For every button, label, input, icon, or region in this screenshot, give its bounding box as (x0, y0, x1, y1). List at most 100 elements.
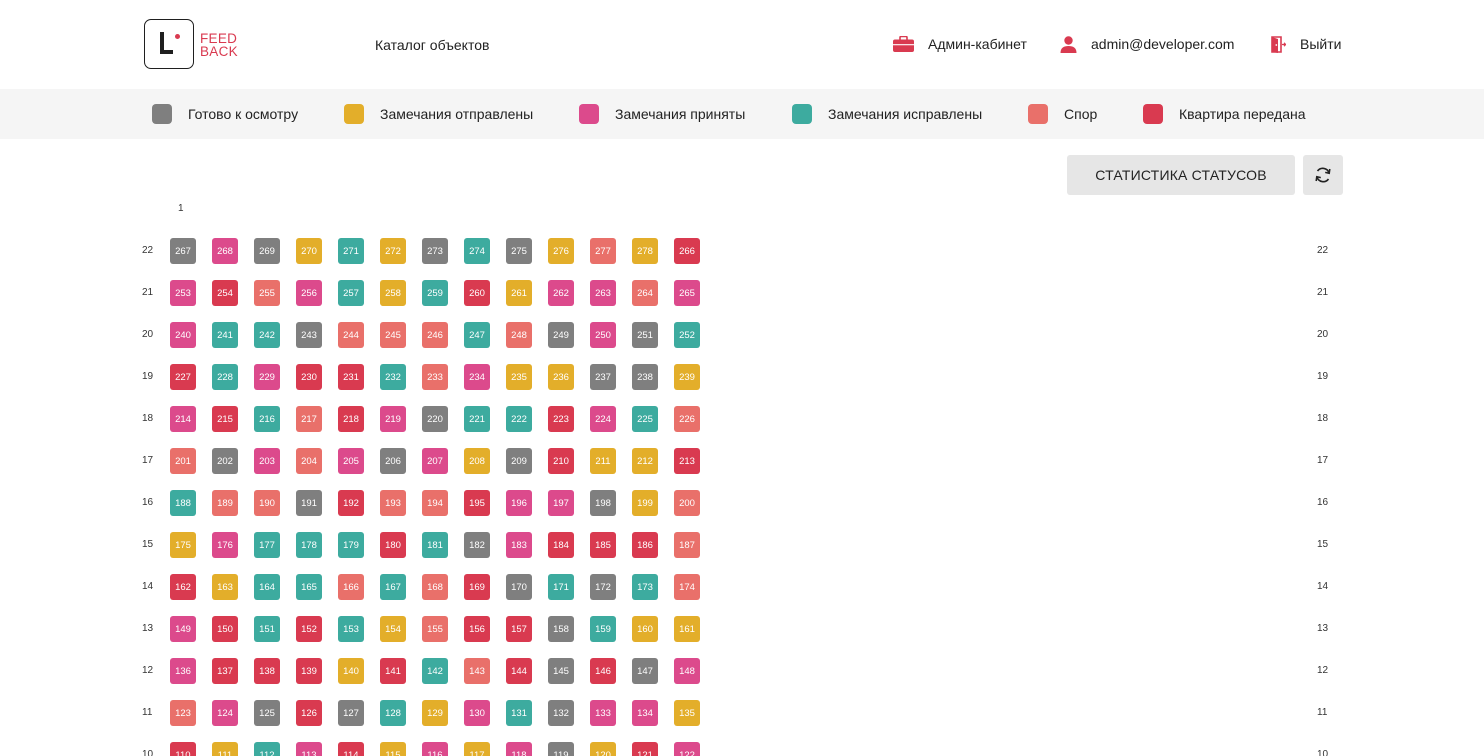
apartment-cell[interactable]: 240 (170, 322, 196, 348)
apartment-cell[interactable]: 168 (422, 574, 448, 600)
apartment-cell[interactable]: 215 (212, 406, 238, 432)
apartment-cell[interactable]: 214 (170, 406, 196, 432)
apartment-cell[interactable]: 241 (212, 322, 238, 348)
apartment-cell[interactable]: 118 (506, 742, 532, 756)
apartment-cell[interactable]: 233 (422, 364, 448, 390)
apartment-cell[interactable]: 203 (254, 448, 280, 474)
apartment-cell[interactable]: 113 (296, 742, 322, 756)
apartment-cell[interactable]: 116 (422, 742, 448, 756)
refresh-button[interactable] (1303, 155, 1343, 195)
apartment-cell[interactable]: 110 (170, 742, 196, 756)
apartment-cell[interactable]: 271 (338, 238, 364, 264)
apartment-cell[interactable]: 254 (212, 280, 238, 306)
apartment-cell[interactable]: 192 (338, 490, 364, 516)
apartment-cell[interactable]: 163 (212, 574, 238, 600)
apartment-cell[interactable]: 178 (296, 532, 322, 558)
apartment-cell[interactable]: 137 (212, 658, 238, 684)
apartment-cell[interactable]: 224 (590, 406, 616, 432)
apartment-cell[interactable]: 265 (674, 280, 700, 306)
apartment-cell[interactable]: 131 (506, 700, 532, 726)
apartment-cell[interactable]: 201 (170, 448, 196, 474)
apartment-cell[interactable]: 129 (422, 700, 448, 726)
legend-item-fixed[interactable]: Замечания исправлены (792, 104, 982, 124)
apartment-cell[interactable]: 213 (674, 448, 700, 474)
apartment-cell[interactable]: 198 (590, 490, 616, 516)
apartment-cell[interactable]: 161 (674, 616, 700, 642)
apartment-cell[interactable]: 251 (632, 322, 658, 348)
apartment-cell[interactable]: 158 (548, 616, 574, 642)
apartment-cell[interactable]: 156 (464, 616, 490, 642)
apartment-cell[interactable]: 232 (380, 364, 406, 390)
apartment-cell[interactable]: 269 (254, 238, 280, 264)
apartment-cell[interactable]: 212 (632, 448, 658, 474)
apartment-cell[interactable]: 115 (380, 742, 406, 756)
apartment-cell[interactable]: 253 (170, 280, 196, 306)
apartment-cell[interactable]: 252 (674, 322, 700, 348)
apartment-cell[interactable]: 145 (548, 658, 574, 684)
apartment-cell[interactable]: 207 (422, 448, 448, 474)
apartment-cell[interactable]: 193 (380, 490, 406, 516)
apartment-cell[interactable]: 186 (632, 532, 658, 558)
apartment-cell[interactable]: 276 (548, 238, 574, 264)
apartment-cell[interactable]: 229 (254, 364, 280, 390)
apartment-cell[interactable]: 188 (170, 490, 196, 516)
logo[interactable] (144, 19, 194, 69)
apartment-cell[interactable]: 208 (464, 448, 490, 474)
apartment-cell[interactable]: 120 (590, 742, 616, 756)
apartment-cell[interactable]: 239 (674, 364, 700, 390)
apartment-cell[interactable]: 180 (380, 532, 406, 558)
apartment-cell[interactable]: 185 (590, 532, 616, 558)
apartment-cell[interactable]: 135 (674, 700, 700, 726)
apartment-cell[interactable]: 219 (380, 406, 406, 432)
apartment-cell[interactable]: 172 (590, 574, 616, 600)
apartment-cell[interactable]: 196 (506, 490, 532, 516)
legend-item-ready[interactable]: Готово к осмотру (152, 104, 298, 124)
apartment-cell[interactable]: 140 (338, 658, 364, 684)
apartment-cell[interactable]: 127 (338, 700, 364, 726)
apartment-cell[interactable]: 189 (212, 490, 238, 516)
apartment-cell[interactable]: 144 (506, 658, 532, 684)
apartment-cell[interactable]: 111 (212, 742, 238, 756)
apartment-cell[interactable]: 153 (338, 616, 364, 642)
apartment-cell[interactable]: 263 (590, 280, 616, 306)
apartment-cell[interactable]: 187 (674, 532, 700, 558)
apartment-cell[interactable]: 250 (590, 322, 616, 348)
apartment-cell[interactable]: 183 (506, 532, 532, 558)
apartment-cell[interactable]: 231 (338, 364, 364, 390)
apartment-cell[interactable]: 176 (212, 532, 238, 558)
apartment-cell[interactable]: 112 (254, 742, 280, 756)
apartment-cell[interactable]: 194 (422, 490, 448, 516)
apartment-cell[interactable]: 149 (170, 616, 196, 642)
user-account[interactable]: admin@developer.com (1060, 34, 1234, 54)
apartment-cell[interactable]: 210 (548, 448, 574, 474)
apartment-cell[interactable]: 258 (380, 280, 406, 306)
apartment-cell[interactable]: 246 (422, 322, 448, 348)
apartment-cell[interactable]: 150 (212, 616, 238, 642)
status-statistics-button[interactable]: СТАТИСТИКА СТАТУСОВ (1067, 155, 1295, 195)
apartment-cell[interactable]: 146 (590, 658, 616, 684)
apartment-cell[interactable]: 148 (674, 658, 700, 684)
apartment-cell[interactable]: 249 (548, 322, 574, 348)
apartment-cell[interactable]: 170 (506, 574, 532, 600)
apartment-cell[interactable]: 270 (296, 238, 322, 264)
apartment-cell[interactable]: 225 (632, 406, 658, 432)
apartment-cell[interactable]: 151 (254, 616, 280, 642)
apartment-cell[interactable]: 160 (632, 616, 658, 642)
apartment-cell[interactable]: 216 (254, 406, 280, 432)
apartment-cell[interactable]: 272 (380, 238, 406, 264)
apartment-cell[interactable]: 132 (548, 700, 574, 726)
apartment-cell[interactable]: 226 (674, 406, 700, 432)
apartment-cell[interactable]: 139 (296, 658, 322, 684)
apartment-cell[interactable]: 174 (674, 574, 700, 600)
apartment-cell[interactable]: 191 (296, 490, 322, 516)
apartment-cell[interactable]: 138 (254, 658, 280, 684)
apartment-cell[interactable]: 177 (254, 532, 280, 558)
apartment-cell[interactable]: 217 (296, 406, 322, 432)
apartment-cell[interactable]: 273 (422, 238, 448, 264)
apartment-cell[interactable]: 209 (506, 448, 532, 474)
apartment-cell[interactable]: 169 (464, 574, 490, 600)
apartment-cell[interactable]: 278 (632, 238, 658, 264)
apartment-cell[interactable]: 175 (170, 532, 196, 558)
apartment-cell[interactable]: 182 (464, 532, 490, 558)
apartment-cell[interactable]: 211 (590, 448, 616, 474)
